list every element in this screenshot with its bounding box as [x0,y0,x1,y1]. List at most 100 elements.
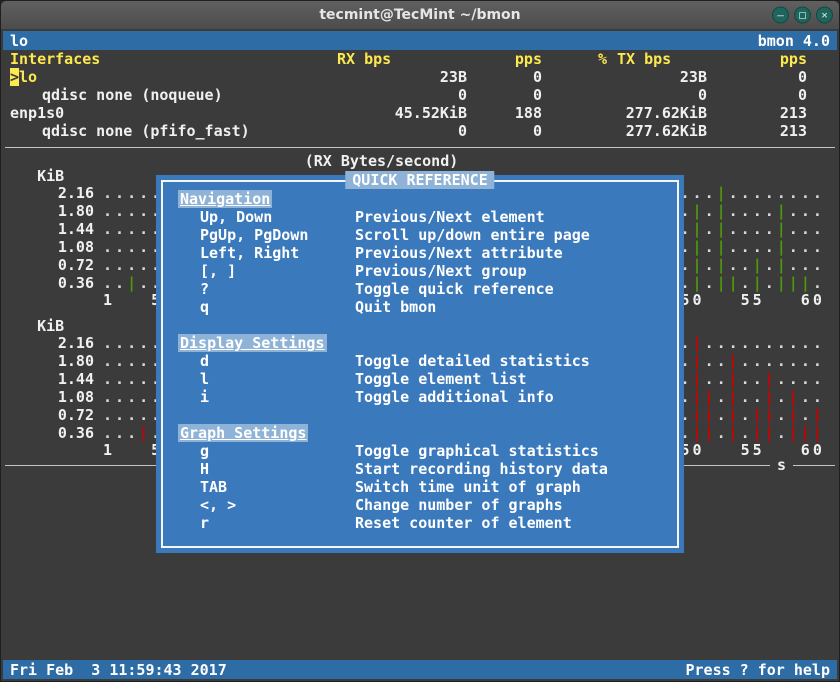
shortcut-description: Quit bmon [355,298,436,316]
tx-bps-value: 277.62KiB [607,122,707,140]
status-help-hint: Press ? for help [686,661,831,679]
tx-bps-value: 0 [607,86,707,104]
shortcut-key: Up, Down [200,208,355,226]
interface-label: enp1s0 [10,104,64,122]
section-heading: Graph Settings [178,424,308,442]
shortcut-key: g [200,442,355,460]
section-heading-row: Navigation [178,190,677,208]
shortcut-description: Reset counter of element [355,514,572,532]
shortcut-row: qQuit bmon [178,298,677,316]
col-tx-pps: pps [707,50,807,68]
time-unit-label: s [770,458,793,472]
window-controls: – □ × [772,7,833,24]
bmon-header-bar: lo bmon 4.0 [3,31,837,50]
shortcut-key: d [200,352,355,370]
shortcut-row: gToggle graphical statistics [178,442,677,460]
shortcut-description: Toggle quick reference [355,280,554,298]
shortcut-key: [, ] [200,262,355,280]
col-tx-bps: TX bps [607,50,707,68]
col-interfaces: Interfaces [10,50,337,68]
interface-label: qdisc none (pfifo_fast) [10,122,250,140]
rx-bps-value: 45.52KiB [337,104,467,122]
rx-pps-value: 0 [467,68,542,86]
shortcut-description: Previous/Next attribute [355,244,563,262]
minimize-icon[interactable]: – [772,7,789,24]
status-datetime: Fri Feb 3 11:59:43 2017 [10,661,227,679]
shortcut-key: <, > [200,496,355,514]
y-tick-label: 0.72 [10,406,94,424]
interfaces-body: >lo23B023B0qdisc none (noqueue)0000enp1s… [3,68,837,140]
dialog-section: NavigationUp, DownPrevious/Next elementP… [178,190,677,316]
shortcut-row: lToggle element list [178,370,677,388]
shortcut-description: Start recording history data [355,460,608,478]
section-heading-row: Graph Settings [178,424,677,442]
table-row[interactable]: >lo23B023B0 [3,68,837,86]
interface-label: lo [19,68,37,86]
shortcut-description: Change number of graphs [355,496,563,514]
y-tick-label: 0.36 [10,274,94,292]
shortcut-key: ? [200,280,355,298]
rx-pps-value: 0 [467,86,542,104]
col-rx-bps: RX bps [337,50,467,68]
selection-cursor: > [10,68,19,86]
shortcut-description: Toggle additional info [355,388,554,406]
shortcut-row: ?Toggle quick reference [178,280,677,298]
y-tick-label: 0.36 [10,424,94,442]
shortcut-key: q [200,298,355,316]
tx-pps-value: 213 [707,122,807,140]
separator-line [5,147,835,148]
window-titlebar[interactable]: tecmint@TecMint ~/bmon – □ × [1,1,839,29]
shortcut-row: TABSwitch time unit of graph [178,478,677,496]
dialog-section: Graph SettingsgToggle graphical statisti… [178,424,677,532]
y-axis-unit: KiB [10,317,64,335]
shortcut-description: Previous/Next group [355,262,527,280]
interfaces-header: Interfaces RX bps pps % TX bps pps [3,50,837,68]
table-row[interactable]: qdisc none (noqueue)0000 [3,86,837,104]
shortcut-description: Toggle detailed statistics [355,352,590,370]
shortcut-description: Scroll up/down entire page [355,226,590,244]
status-bar: Fri Feb 3 11:59:43 2017 Press ? for help [3,660,837,679]
dialog-border: QUICK REFERENCE NavigationUp, DownPrevio… [161,180,679,548]
y-tick-label: 1.08 [10,238,94,256]
close-icon[interactable]: × [816,7,833,24]
maximize-icon[interactable]: □ [794,7,811,24]
y-tick-label: 2.16 [10,334,94,352]
section-heading: Navigation [178,190,272,208]
interface-name: qdisc none (noqueue) [10,86,337,104]
y-axis-unit: KiB [10,167,64,185]
y-tick-label: 2.16 [10,184,94,202]
rx-pps-value: 0 [467,122,542,140]
window-title: tecmint@TecMint ~/bmon [319,7,520,23]
shortcut-row: iToggle additional info [178,388,677,406]
dialog-sections: NavigationUp, DownPrevious/Next elementP… [178,190,677,532]
shortcut-row: rReset counter of element [178,514,677,532]
rx-bps-value: 23B [337,68,467,86]
separator-line [793,465,835,466]
tx-bps-value: 277.62KiB [607,104,707,122]
rx-pps-value: 188 [467,104,542,122]
table-row[interactable]: enp1s045.52KiB188277.62KiB213 [3,104,837,122]
y-tick-label: 1.80 [10,202,94,220]
shortcut-row: <, >Change number of graphs [178,496,677,514]
y-tick-label: 0.72 [10,256,94,274]
tx-pps-value: 0 [707,86,807,104]
y-tick-label: 1.80 [10,352,94,370]
rx-bps-value: 0 [337,122,467,140]
interface-name: qdisc none (pfifo_fast) [10,122,337,140]
tx-pps-value: 0 [707,68,807,86]
shortcut-key: TAB [200,478,355,496]
app-version: bmon 4.0 [758,32,830,50]
shortcut-key: l [200,370,355,388]
dialog-section: Display SettingsdToggle detailed statist… [178,334,677,406]
shortcut-key: i [200,388,355,406]
terminal: lo bmon 4.0 Interfaces RX bps pps % TX b… [1,29,839,681]
table-row[interactable]: qdisc none (pfifo_fast) 00 277.62KiB213 [3,122,837,140]
shortcut-row: [, ]Previous/Next group [178,262,677,280]
shortcut-row: Up, DownPrevious/Next element [178,208,677,226]
shortcut-row: HStart recording history data [178,460,677,478]
shortcut-key: PgUp, PgDown [200,226,355,244]
shortcut-row: dToggle detailed statistics [178,352,677,370]
col-rx-pps: pps [467,50,542,68]
interface-name: >lo [10,68,337,86]
col-percent: % [542,50,607,68]
